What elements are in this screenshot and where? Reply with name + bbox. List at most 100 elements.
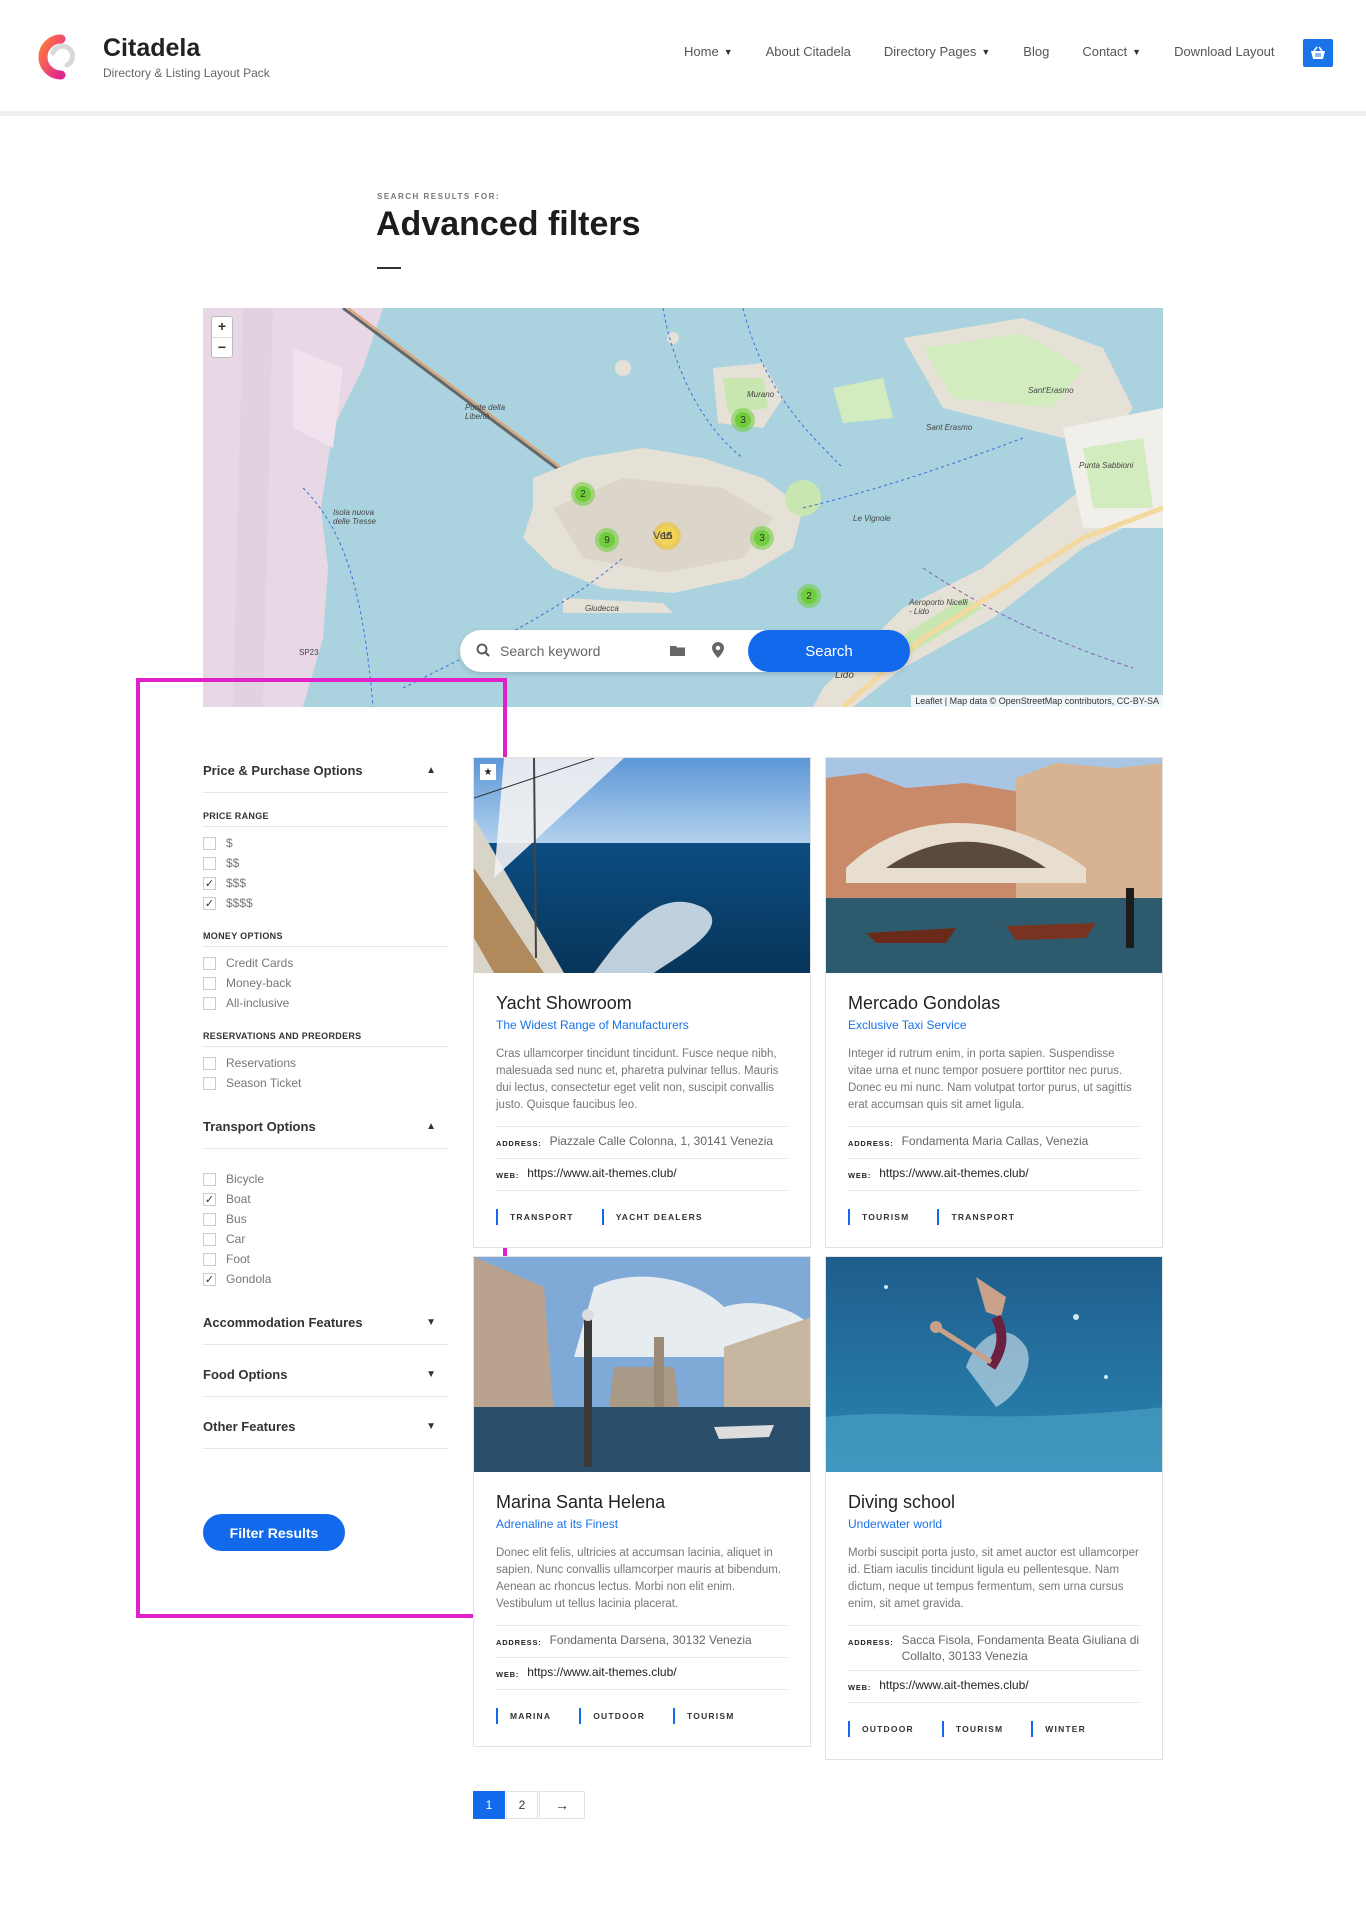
listing-card[interactable]: Diving school Underwater world Morbi sus… <box>825 1256 1163 1760</box>
grand-canal-photo <box>474 1257 810 1472</box>
category-tag[interactable]: TOURISM <box>941 1721 1017 1737</box>
category-tag[interactable]: OUTDOOR <box>848 1721 928 1737</box>
listing-image-sailboat[interactable]: ★ <box>474 758 810 973</box>
map-attribution[interactable]: Leaflet | Map data © OpenStreetMap contr… <box>911 695 1163 707</box>
nav-item-blog[interactable]: Blog <box>1023 44 1049 59</box>
checkbox-bus[interactable]: Bus <box>203 1209 448 1229</box>
section-accommodation-features[interactable]: Accommodation Features ▼ <box>203 1307 448 1345</box>
listing-card[interactable]: Mercado Gondolas Exclusive Taxi Service … <box>825 757 1163 1248</box>
price-range-heading: PRICE RANGE <box>203 811 448 827</box>
listing-image-canal[interactable] <box>474 1257 810 1472</box>
category-tag[interactable]: TOURISM <box>673 1708 748 1724</box>
section-food-options[interactable]: Food Options ▼ <box>203 1359 448 1397</box>
category-tag[interactable]: OUTDOOR <box>579 1708 659 1724</box>
web-link[interactable]: https://www.ait-themes.club/ <box>879 1677 1028 1696</box>
checkbox[interactable] <box>203 1172 216 1186</box>
section-price-purchase-options[interactable]: Price & Purchase Options ▲ <box>203 755 448 793</box>
map-cluster-marker[interactable]: 9 <box>595 528 619 552</box>
checkbox[interactable] <box>203 1252 216 1266</box>
checkbox[interactable] <box>203 996 216 1010</box>
category-tag[interactable]: TOURISM <box>848 1209 923 1225</box>
checkbox[interactable] <box>203 856 216 870</box>
folder-icon[interactable] <box>670 644 686 657</box>
listing-tagline: Adrenaline at its Finest <box>496 1517 619 1531</box>
category-tag[interactable]: YACHT DEALERS <box>601 1209 717 1225</box>
checkbox-checked[interactable]: ✓ <box>203 896 216 910</box>
nav-item-contact[interactable]: Contact ▼ <box>1082 44 1141 59</box>
listing-image-rialto[interactable] <box>826 758 1162 973</box>
category-tag[interactable]: MARINA <box>496 1708 565 1724</box>
site-header: Citadela Directory & Listing Layout Pack… <box>0 0 1366 116</box>
checkbox[interactable] <box>203 1232 216 1246</box>
checkbox-season-ticket[interactable]: Season Ticket <box>203 1073 448 1093</box>
map-place-label: Ven <box>653 530 672 542</box>
checkbox-car[interactable]: Car <box>203 1229 448 1249</box>
listing-web: WEB: https://www.ait-themes.club/ <box>848 1159 1140 1191</box>
underwater-diver-photo <box>826 1257 1162 1472</box>
zoom-in-button[interactable]: + <box>212 317 232 337</box>
section-title: Transport Options <box>203 1119 316 1134</box>
checkbox[interactable] <box>203 956 216 970</box>
listing-card[interactable]: Marina Santa Helena Adrenaline at its Fi… <box>473 1256 811 1747</box>
next-page-arrow-icon[interactable]: → <box>539 1791 585 1819</box>
checkbox-checked[interactable]: ✓ <box>203 1272 216 1286</box>
checkbox-all-inclusive[interactable]: All-inclusive <box>203 993 448 1013</box>
checkbox-checked[interactable]: ✓ <box>203 1192 216 1206</box>
nav-item-download-layout[interactable]: Download Layout <box>1174 44 1274 59</box>
listing-title[interactable]: Mercado Gondolas <box>848 993 1140 1014</box>
checkbox-credit-cards[interactable]: Credit Cards <box>203 953 448 973</box>
checkbox-price-4[interactable]: ✓ $$$$ <box>203 893 448 913</box>
map-cluster-marker[interactable]: 3 <box>731 408 755 432</box>
checkbox-checked[interactable]: ✓ <box>203 876 216 890</box>
listing-title[interactable]: Marina Santa Helena <box>496 1492 788 1513</box>
location-pin-icon[interactable] <box>712 642 724 658</box>
checkbox-bicycle[interactable]: Bicycle <box>203 1169 448 1189</box>
nav-item-directory-pages[interactable]: Directory Pages ▼ <box>884 44 990 59</box>
zoom-out-button[interactable]: − <box>212 337 232 357</box>
checkbox-price-3[interactable]: ✓ $$$ <box>203 873 448 893</box>
checkbox-foot[interactable]: Foot <box>203 1249 448 1269</box>
nav-item-about[interactable]: About Citadela <box>766 44 851 59</box>
listing-description: Cras ullamcorper tincidunt tincidunt. Fu… <box>496 1048 779 1111</box>
checkbox-boat[interactable]: ✓ Boat <box>203 1189 448 1209</box>
map-cluster-marker[interactable]: 2 <box>571 482 595 506</box>
chevron-down-icon: ▼ <box>1132 46 1142 57</box>
page-title: Advanced filters <box>376 205 641 243</box>
checkbox-price-1[interactable]: $ <box>203 833 448 853</box>
search-button[interactable]: Search <box>748 630 910 672</box>
rialto-bridge-photo <box>826 758 1162 973</box>
checkbox[interactable] <box>203 1076 216 1090</box>
nav-item-home[interactable]: Home ▼ <box>684 44 733 59</box>
citadela-logo-icon[interactable] <box>31 31 83 83</box>
web-link[interactable]: https://www.ait-themes.club/ <box>527 1664 676 1683</box>
filter-results-button[interactable]: Filter Results <box>203 1514 345 1551</box>
listing-title[interactable]: Yacht Showroom <box>496 993 788 1014</box>
map-cluster-marker[interactable]: 3 <box>750 526 774 550</box>
listing-address: ADDRESS: Fondamenta Maria Callas, Venezia <box>848 1127 1140 1159</box>
listing-title[interactable]: Diving school <box>848 1492 1140 1513</box>
listing-image-diver[interactable] <box>826 1257 1162 1472</box>
web-link[interactable]: https://www.ait-themes.club/ <box>879 1165 1028 1184</box>
category-tag[interactable]: TRANSPORT <box>937 1209 1029 1225</box>
cart-button[interactable] <box>1303 39 1333 67</box>
brand-title[interactable]: Citadela <box>103 34 200 63</box>
checkbox-money-back[interactable]: Money-back <box>203 973 448 993</box>
category-tag[interactable]: TRANSPORT <box>496 1209 588 1225</box>
checkbox[interactable] <box>203 836 216 850</box>
page-1-button[interactable]: 1 <box>473 1791 505 1819</box>
address-value: Sacca Fisola, Fondamenta Beata Giuliana … <box>901 1633 1140 1663</box>
section-transport-options[interactable]: Transport Options ▲ <box>203 1111 448 1149</box>
nav-label: Directory Pages <box>883 44 977 59</box>
listing-card[interactable]: ★ Yacht Showroom The Widest Range of Man… <box>473 757 811 1248</box>
checkbox-reservations[interactable]: Reservations <box>203 1053 448 1073</box>
page-2-button[interactable]: 2 <box>506 1791 538 1819</box>
section-other-features[interactable]: Other Features ▼ <box>203 1411 448 1449</box>
checkbox[interactable] <box>203 1056 216 1070</box>
checkbox-price-2[interactable]: $$ <box>203 853 448 873</box>
checkbox[interactable] <box>203 976 216 990</box>
checkbox-gondola[interactable]: ✓ Gondola <box>203 1269 448 1289</box>
checkbox[interactable] <box>203 1212 216 1226</box>
category-tag[interactable]: WINTER <box>1031 1721 1100 1737</box>
map-cluster-marker[interactable]: 2 <box>797 584 821 608</box>
web-link[interactable]: https://www.ait-themes.club/ <box>527 1165 676 1184</box>
